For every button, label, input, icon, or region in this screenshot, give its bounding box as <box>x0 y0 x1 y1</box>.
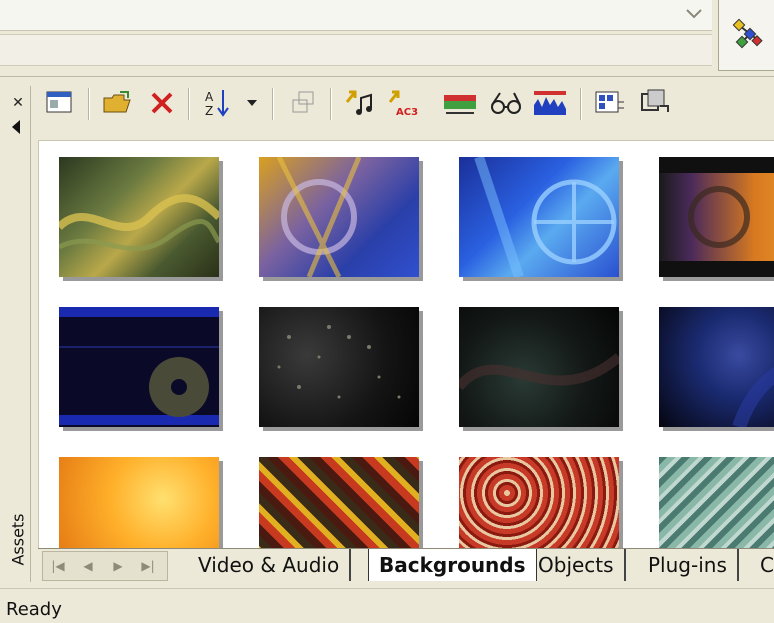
previous-tab-icon[interactable]: ◀ <box>75 556 101 576</box>
status-text: Ready <box>6 599 62 620</box>
next-tab-icon[interactable]: ▶ <box>105 556 131 576</box>
location-field[interactable] <box>0 0 712 31</box>
open-folder-icon[interactable] <box>100 86 136 120</box>
panel-view-icon[interactable] <box>42 86 78 120</box>
network-tool-button[interactable] <box>718 0 774 71</box>
network-icon <box>732 18 763 49</box>
import-ac3-icon[interactable]: AC3 <box>386 86 422 120</box>
tab-plug-ins[interactable]: Plug-ins <box>638 549 739 581</box>
delete-icon[interactable] <box>144 86 180 120</box>
secondary-field[interactable] <box>0 34 712 66</box>
thumbnail[interactable] <box>459 457 619 549</box>
waveform-icon[interactable] <box>530 86 570 120</box>
thumbnail[interactable] <box>659 457 774 549</box>
properties-icon[interactable] <box>592 86 628 120</box>
tab-bar: |◀ ◀ ▶ ▶| Video & Audio Backgrounds Obje… <box>38 548 774 585</box>
timeline-range-icon[interactable] <box>440 86 480 120</box>
tab-backgrounds[interactable]: Backgrounds <box>368 549 537 581</box>
sort-az-icon[interactable]: AZ <box>200 86 236 120</box>
chevron-down-icon[interactable] <box>676 0 712 28</box>
thumbnail[interactable] <box>59 157 219 277</box>
collapse-arrow-icon[interactable] <box>12 120 20 134</box>
top-bar <box>0 0 774 74</box>
last-tab-icon[interactable]: ▶| <box>135 556 161 576</box>
thumbnail[interactable] <box>59 457 219 549</box>
thumbnail[interactable] <box>459 307 619 427</box>
thumbnail-grid <box>38 140 774 549</box>
assets-toolbar: AZ AC3 <box>36 80 774 130</box>
thumbnail[interactable] <box>259 307 419 427</box>
thumbnail[interactable] <box>259 457 419 549</box>
tab-navigation: |◀ ◀ ▶ ▶| <box>42 551 168 581</box>
tab-objects[interactable]: Objects <box>528 549 626 581</box>
import-audio-icon[interactable] <box>342 86 378 120</box>
thumbnail[interactable] <box>659 157 774 277</box>
tab-video-audio[interactable]: Video & Audio <box>188 549 352 581</box>
thumbnail[interactable] <box>659 307 774 427</box>
thumbnail[interactable] <box>59 307 219 427</box>
svg-text:AC3: AC3 <box>396 107 418 118</box>
sort-dropdown-icon[interactable] <box>242 86 262 120</box>
first-tab-icon[interactable]: |◀ <box>45 556 71 576</box>
render-clip-icon[interactable] <box>636 86 672 120</box>
close-icon[interactable]: ✕ <box>9 94 27 112</box>
thumbnail[interactable] <box>259 157 419 277</box>
copy-disabled-icon[interactable] <box>286 86 322 120</box>
svg-text:A: A <box>205 90 214 104</box>
status-bar: Ready <box>0 588 774 623</box>
preview-glasses-icon[interactable] <box>486 86 526 120</box>
tab-c[interactable]: C <box>750 549 774 581</box>
svg-text:Z: Z <box>205 104 213 118</box>
assets-label: Assets <box>8 513 28 566</box>
thumbnail[interactable] <box>459 157 619 277</box>
